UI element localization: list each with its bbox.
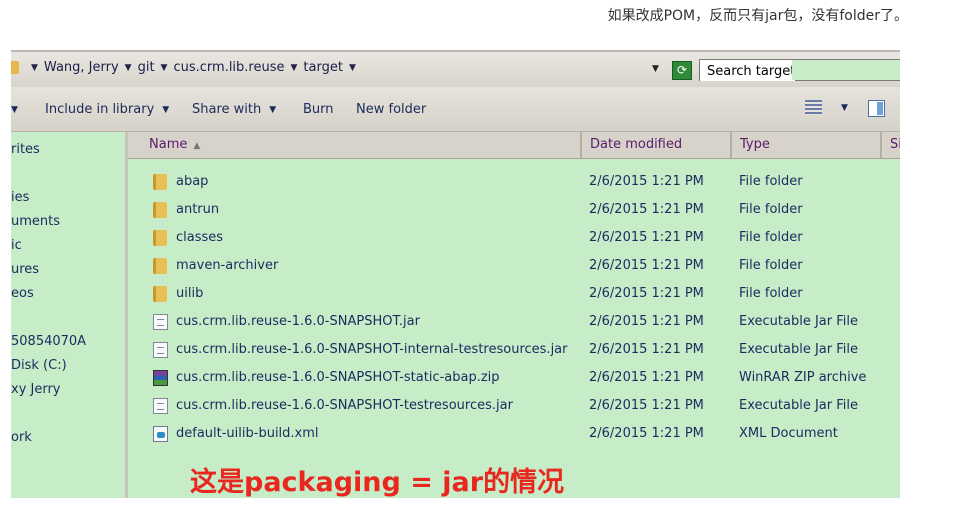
folder-icon [11,61,19,74]
file-row[interactable]: cus.crm.lib.reuse-1.6.0-SNAPSHOT-testres… [128,392,900,420]
history-dropdown-icon[interactable]: ▼ [652,64,659,74]
file-date: 2/6/2015 1:21 PM [589,286,704,301]
file-row[interactable]: cus.crm.lib.reuse-1.6.0-SNAPSHOT.jar 2/6… [128,308,900,336]
sort-ascending-icon: ▲ [193,141,201,151]
breadcrumb-item[interactable]: target [303,60,343,75]
file-type: Executable Jar File [739,342,858,357]
file-list: abap 2/6/2015 1:21 PM File folder antrun… [128,159,900,498]
chevron-down-icon[interactable]: ▼ [125,63,132,73]
navigation-pane: rites ies uments ic ures eos 50854070A D… [11,132,128,498]
breadcrumb: ▼ Wang, Jerry ▼ git ▼ cus.crm.lib.reuse … [11,60,362,75]
file-date: 2/6/2015 1:21 PM [589,258,704,273]
nav-item[interactable]: 50854070A [11,334,86,349]
annotation-text: 这是packaging = jar的情况 [190,467,565,498]
file-type: Executable Jar File [739,398,858,413]
file-name: classes [176,230,224,245]
file-name: abap [176,174,209,189]
file-name: uilib [176,286,204,301]
column-headers: Name▲ Date modified Type Si [128,132,900,159]
file-row[interactable]: cus.crm.lib.reuse-1.6.0-SNAPSHOT-interna… [128,336,900,364]
column-header-type[interactable]: Type [730,132,880,158]
folder-icon [153,174,167,190]
nav-item[interactable]: ork [11,430,32,445]
view-options-icon[interactable] [805,100,822,115]
preview-pane-icon[interactable] [868,100,885,117]
chevron-down-icon[interactable]: ▼ [11,105,18,115]
file-type: File folder [739,230,803,245]
file-type: XML Document [739,426,838,441]
burn-button[interactable]: Burn [303,102,334,117]
new-folder-button[interactable]: New folder [356,102,426,117]
column-header-size[interactable]: Si [880,132,900,158]
chevron-down-icon: ▼ [162,104,170,115]
nav-item[interactable]: rites [11,142,40,157]
nav-item[interactable]: ic [11,238,22,253]
column-header-date[interactable]: Date modified [580,132,731,158]
page-caption: 如果改成POM，反而只有jar包，没有folder了。 [607,8,908,24]
file-date: 2/6/2015 1:21 PM [589,342,704,357]
jar-file-icon [153,342,168,358]
include-in-library-button[interactable]: Include in library ▼ [45,102,169,117]
jar-file-icon [153,314,168,330]
file-date: 2/6/2015 1:21 PM [589,174,704,189]
file-type: File folder [739,202,803,217]
file-name: antrun [176,202,220,217]
chevron-down-icon[interactable]: ▼ [291,63,298,73]
chevron-down-icon[interactable]: ▼ [349,63,356,73]
file-name: cus.crm.lib.reuse-1.6.0-SNAPSHOT-static-… [176,370,500,385]
file-name: cus.crm.lib.reuse-1.6.0-SNAPSHOT-testres… [176,398,513,413]
file-row[interactable]: abap 2/6/2015 1:21 PM File folder [128,168,900,196]
zip-archive-icon [153,370,168,386]
nav-item[interactable]: eos [11,286,34,301]
file-type: Executable Jar File [739,314,858,329]
file-date: 2/6/2015 1:21 PM [589,314,704,329]
breadcrumb-item[interactable]: git [138,60,155,75]
file-type: WinRAR ZIP archive [739,370,867,385]
file-row[interactable]: default-uilib-build.xml 2/6/2015 1:21 PM… [128,420,900,448]
file-date: 2/6/2015 1:21 PM [589,230,704,245]
file-date: 2/6/2015 1:21 PM [589,426,704,441]
file-row[interactable]: antrun 2/6/2015 1:21 PM File folder [128,196,900,224]
search-input[interactable] [700,61,795,81]
file-row[interactable]: maven-archiver 2/6/2015 1:21 PM File fol… [128,252,900,280]
file-date: 2/6/2015 1:21 PM [589,202,704,217]
nav-item[interactable]: Disk (C:) [11,358,67,373]
chevron-down-icon: ▼ [269,104,277,115]
file-type: File folder [739,286,803,301]
file-name: cus.crm.lib.reuse-1.6.0-SNAPSHOT.jar [176,314,420,329]
command-toolbar: ▼ Include in library ▼ Share with ▼ Burn N… [11,87,900,132]
share-with-button[interactable]: Share with ▼ [192,102,276,117]
nav-item[interactable]: ures [11,262,39,277]
explorer-window: ▼ Wang, Jerry ▼ git ▼ cus.crm.lib.reuse … [11,50,900,498]
chevron-down-icon[interactable]: ▼ [841,103,848,113]
file-row[interactable]: uilib 2/6/2015 1:21 PM File folder [128,280,900,308]
nav-item[interactable]: xy Jerry [11,382,61,397]
nav-item[interactable]: uments [11,214,60,229]
file-type: File folder [739,174,803,189]
nav-item[interactable]: ies [11,190,29,205]
folder-icon [153,230,167,246]
file-name: default-uilib-build.xml [176,426,319,441]
xml-file-icon [153,426,168,442]
file-type: File folder [739,258,803,273]
file-row[interactable]: cus.crm.lib.reuse-1.6.0-SNAPSHOT-static-… [128,364,900,392]
column-header-name[interactable]: Name ▲ [128,132,582,158]
folder-icon [153,258,167,274]
file-name: cus.crm.lib.reuse-1.6.0-SNAPSHOT-interna… [176,342,568,357]
chevron-down-icon[interactable]: ▼ [31,63,38,73]
folder-icon [153,286,167,302]
breadcrumb-item[interactable]: cus.crm.lib.reuse [173,60,284,75]
search-box[interactable] [699,59,900,81]
breadcrumb-item[interactable]: Wang, Jerry [44,60,119,75]
jar-file-icon [153,398,168,414]
file-name: maven-archiver [176,258,279,273]
folder-icon [153,202,167,218]
address-bar: ▼ Wang, Jerry ▼ git ▼ cus.crm.lib.reuse … [11,50,900,89]
file-row[interactable]: classes 2/6/2015 1:21 PM File folder [128,224,900,252]
refresh-icon[interactable]: ⟳ [672,61,692,80]
file-date: 2/6/2015 1:21 PM [589,370,704,385]
file-date: 2/6/2015 1:21 PM [589,398,704,413]
chevron-down-icon[interactable]: ▼ [161,63,168,73]
